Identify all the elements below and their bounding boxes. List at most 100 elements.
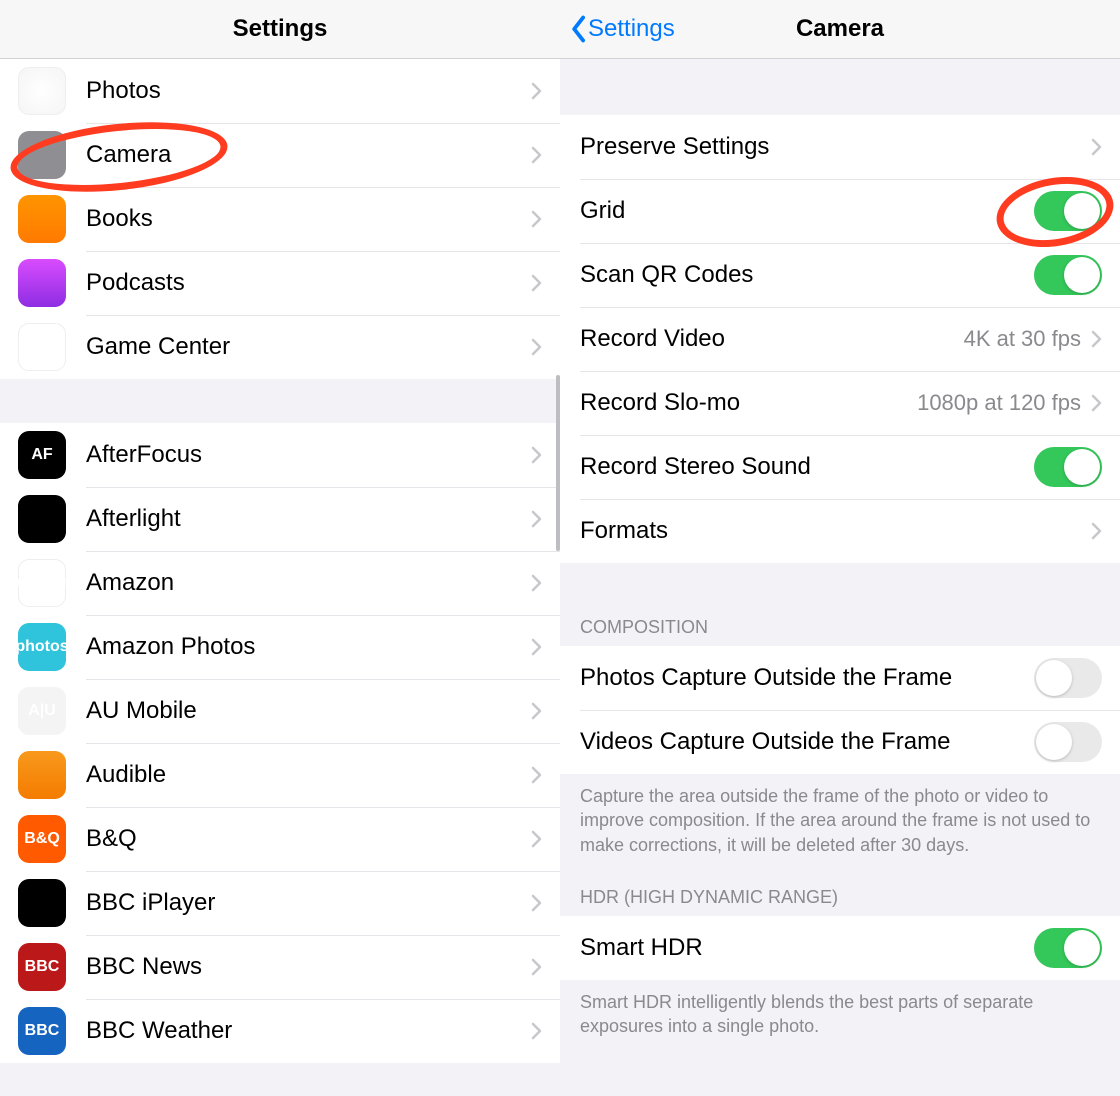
photos-icon	[18, 67, 66, 115]
grid-label: Grid	[580, 197, 1034, 225]
chevron-left-icon	[570, 15, 586, 43]
preserve-settings-label: Preserve Settings	[580, 133, 1091, 161]
preserve-settings-row[interactable]: Preserve Settings	[560, 115, 1120, 179]
settings-row-afterfocus[interactable]: AF AfterFocus	[0, 423, 560, 487]
formats-label: Formats	[580, 517, 1091, 545]
settings-row-label: B&Q	[86, 825, 531, 853]
camera-title: Camera	[796, 15, 884, 43]
stereo-sound-label: Record Stereo Sound	[580, 453, 1034, 481]
afterlight-icon	[18, 495, 66, 543]
settings-row-bbc-weather[interactable]: BBC BBC Weather	[0, 999, 560, 1063]
settings-row-label: Afterlight	[86, 505, 531, 533]
settings-row-audible[interactable]: Audible	[0, 743, 560, 807]
chevron-right-icon	[531, 766, 542, 784]
formats-row[interactable]: Formats	[560, 499, 1120, 563]
hdr-header: HDR (HIGH DYNAMIC RANGE)	[560, 869, 1120, 916]
settings-row-podcasts[interactable]: Podcasts	[0, 251, 560, 315]
chevron-right-icon	[531, 146, 542, 164]
settings-row-label: Game Center	[86, 333, 531, 361]
amazon-photos-icon: photos	[18, 623, 66, 671]
scan-qr-toggle[interactable]	[1034, 255, 1102, 295]
chevron-right-icon	[531, 574, 542, 592]
record-slomo-label: Record Slo-mo	[580, 389, 917, 417]
videos-outside-row[interactable]: Videos Capture Outside the Frame	[560, 710, 1120, 774]
settings-row-label: AU Mobile	[86, 697, 531, 725]
chevron-right-icon	[531, 1022, 542, 1040]
stereo-sound-row[interactable]: Record Stereo Sound	[560, 435, 1120, 499]
settings-row-amazon-photos[interactable]: photos Amazon Photos	[0, 615, 560, 679]
hdr-footer: Smart HDR intelligently blends the best …	[560, 980, 1120, 1051]
camera-icon	[18, 131, 66, 179]
bbc-news-icon: BBC	[18, 943, 66, 991]
b-and-q-icon: B&Q	[18, 815, 66, 863]
settings-row-label: Audible	[86, 761, 531, 789]
game-center-icon	[18, 323, 66, 371]
chevron-right-icon	[531, 894, 542, 912]
settings-row-label: BBC Weather	[86, 1017, 531, 1045]
au-mobile-icon: A|U	[18, 687, 66, 735]
chevron-right-icon	[531, 338, 542, 356]
chevron-right-icon	[531, 446, 542, 464]
camera-settings-list[interactable]: Preserve Settings Grid Scan QR Codes Rec…	[560, 59, 1120, 1096]
photos-outside-row[interactable]: Photos Capture Outside the Frame	[560, 646, 1120, 710]
videos-outside-label: Videos Capture Outside the Frame	[580, 728, 1034, 756]
composition-footer: Capture the area outside the frame of th…	[560, 774, 1120, 869]
settings-row-bbc-news[interactable]: BBC BBC News	[0, 935, 560, 999]
settings-navbar: Settings	[0, 0, 560, 59]
settings-row-label: Camera	[86, 141, 531, 169]
settings-row-label: Books	[86, 205, 531, 233]
back-button[interactable]: Settings	[570, 15, 675, 43]
settings-row-photos[interactable]: Photos	[0, 59, 560, 123]
settings-row-label: BBC iPlayer	[86, 889, 531, 917]
chevron-right-icon	[1091, 522, 1102, 540]
settings-row-label: Podcasts	[86, 269, 531, 297]
settings-row-afterlight[interactable]: Afterlight	[0, 487, 560, 551]
grid-toggle[interactable]	[1034, 191, 1102, 231]
settings-row-camera[interactable]: Camera	[0, 123, 560, 187]
settings-row-books[interactable]: Books	[0, 187, 560, 251]
scan-qr-label: Scan QR Codes	[580, 261, 1034, 289]
videos-outside-toggle[interactable]	[1034, 722, 1102, 762]
grid-row[interactable]: Grid	[560, 179, 1120, 243]
camera-settings-pane: Settings Camera Preserve Settings Grid S…	[560, 0, 1120, 1096]
settings-pane: Settings Photos Camera Books Podcasts Game C…	[0, 0, 560, 1096]
chevron-right-icon	[1091, 330, 1102, 348]
settings-row-bbc-iplayer[interactable]: BBC iPlayer	[0, 871, 560, 935]
afterfocus-icon: AF	[18, 431, 66, 479]
settings-row-label: AfterFocus	[86, 441, 531, 469]
record-video-row[interactable]: Record Video 4K at 30 fps	[560, 307, 1120, 371]
books-icon	[18, 195, 66, 243]
composition-header: COMPOSITION	[560, 563, 1120, 646]
chevron-right-icon	[531, 510, 542, 528]
record-video-detail: 4K at 30 fps	[964, 326, 1081, 352]
audible-icon	[18, 751, 66, 799]
amazon-icon: amazon	[18, 559, 66, 607]
back-label: Settings	[588, 15, 675, 43]
chevron-right-icon	[531, 210, 542, 228]
smart-hdr-toggle[interactable]	[1034, 928, 1102, 968]
settings-title: Settings	[233, 15, 328, 43]
chevron-right-icon	[531, 702, 542, 720]
chevron-right-icon	[531, 638, 542, 656]
record-slomo-row[interactable]: Record Slo-mo 1080p at 120 fps	[560, 371, 1120, 435]
settings-row-au-mobile[interactable]: A|U AU Mobile	[0, 679, 560, 743]
settings-row-label: Photos	[86, 77, 531, 105]
settings-row-b-and-q[interactable]: B&Q B&Q	[0, 807, 560, 871]
section-gap	[0, 379, 560, 423]
stereo-sound-toggle[interactable]	[1034, 447, 1102, 487]
chevron-right-icon	[531, 82, 542, 100]
settings-row-label: Amazon Photos	[86, 633, 531, 661]
chevron-right-icon	[1091, 394, 1102, 412]
smart-hdr-row[interactable]: Smart HDR	[560, 916, 1120, 980]
scan-qr-row[interactable]: Scan QR Codes	[560, 243, 1120, 307]
bbc-weather-icon: BBC	[18, 1007, 66, 1055]
settings-row-label: BBC News	[86, 953, 531, 981]
settings-row-amazon[interactable]: amazonAmazon	[0, 551, 560, 615]
podcasts-icon	[18, 259, 66, 307]
settings-list[interactable]: PhotosCameraBooksPodcastsGame Center AFA…	[0, 59, 560, 1096]
chevron-right-icon	[531, 274, 542, 292]
camera-navbar: Settings Camera	[560, 0, 1120, 59]
settings-row-game-center[interactable]: Game Center	[0, 315, 560, 379]
photos-outside-toggle[interactable]	[1034, 658, 1102, 698]
smart-hdr-label: Smart HDR	[580, 934, 1034, 962]
